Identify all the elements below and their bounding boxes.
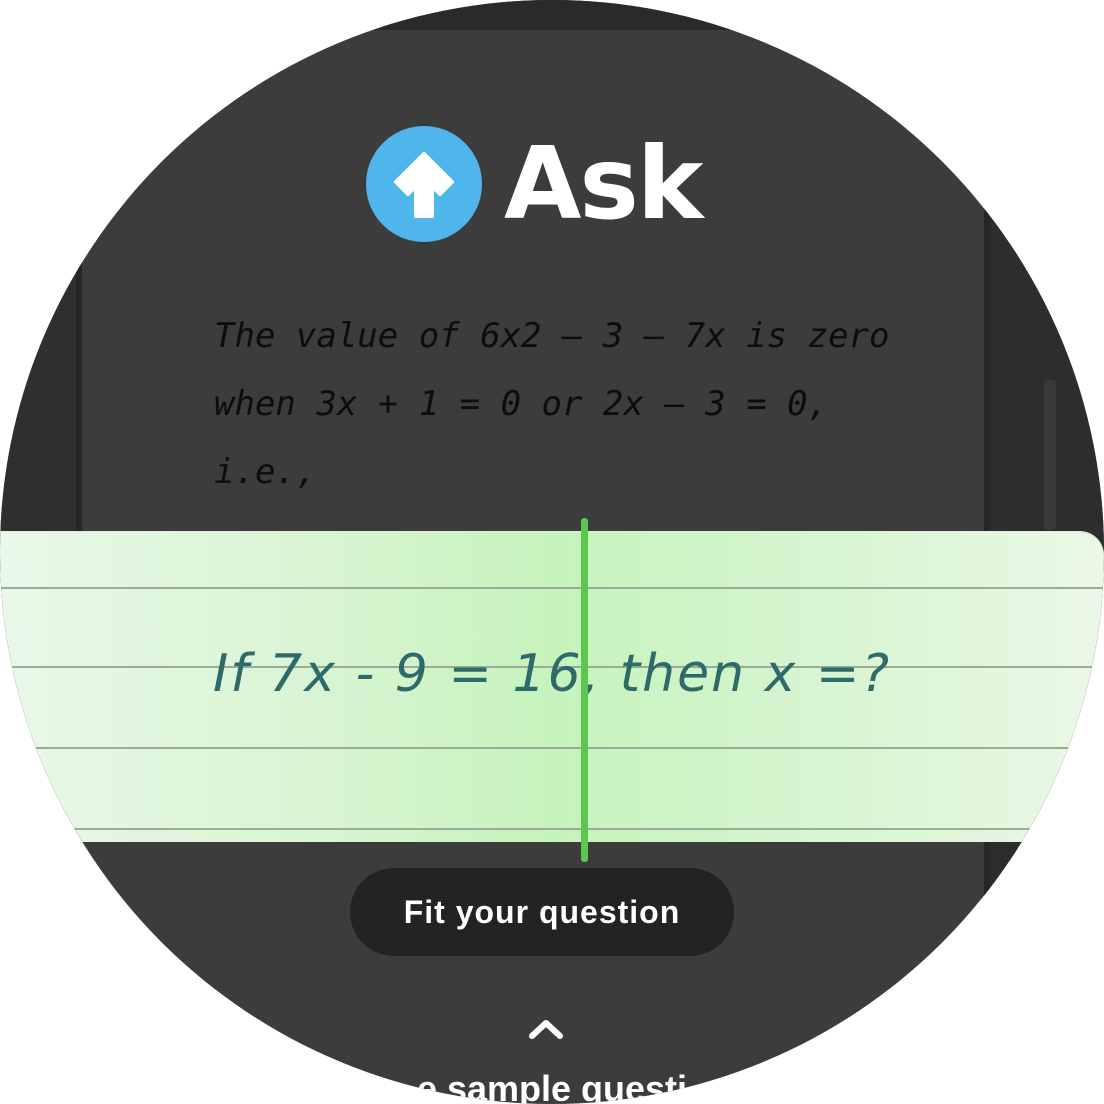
arrow-up-circle-icon bbox=[366, 126, 482, 242]
camera-view: Ask The value of 6x2 — 3 — 7x is zero wh… bbox=[0, 0, 1104, 1104]
sample-questions-label[interactable]: e sample questi bbox=[0, 1068, 1104, 1104]
app-header: Ask bbox=[366, 124, 703, 244]
phone-top-edge bbox=[0, 0, 1104, 30]
paper-rule bbox=[0, 587, 1104, 589]
chevron-up-icon[interactable] bbox=[526, 1014, 566, 1044]
paper-rule bbox=[0, 747, 1104, 749]
document-line: when 3x + 1 = 0 or 2x — 3 = 0, i.e., bbox=[214, 384, 829, 492]
phone-side-button bbox=[1044, 380, 1056, 530]
scanned-question-strip: If 7x - 9 = 16, then x =? bbox=[0, 532, 1104, 842]
question-text: If 7x - 9 = 16, then x =? bbox=[212, 644, 892, 704]
paper-rule bbox=[0, 828, 1104, 830]
fit-question-button[interactable]: Fit your question bbox=[350, 868, 734, 956]
app-title: Ask bbox=[504, 125, 703, 242]
document-line: The value of 6x2 — 3 — 7x is zero bbox=[214, 316, 890, 356]
crop-handle[interactable] bbox=[581, 518, 588, 862]
